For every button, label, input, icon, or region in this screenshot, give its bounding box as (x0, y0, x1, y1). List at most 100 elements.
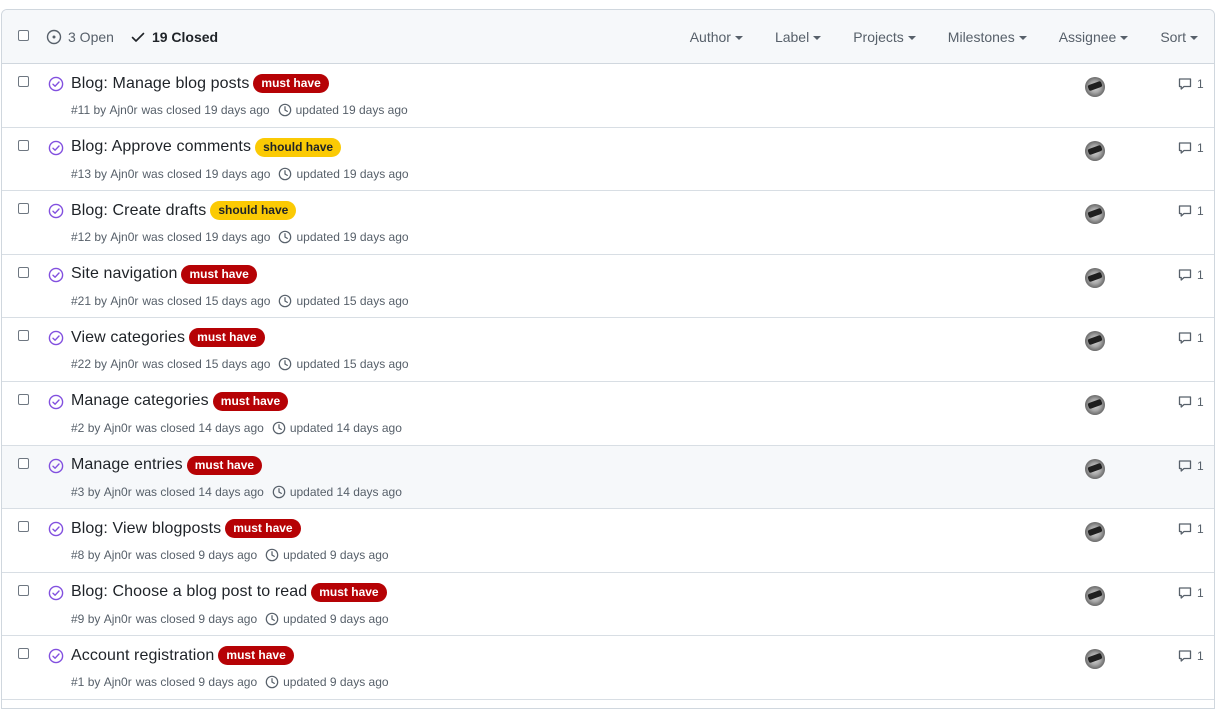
assignee-avatar[interactable] (1085, 649, 1105, 670)
issue-checkbox[interactable] (18, 330, 29, 342)
issue-closed-icon (48, 458, 64, 473)
issue-title-link[interactable]: Blog: View blogposts (71, 520, 221, 538)
milestones-filter-dropdown[interactable]: Milestones (948, 29, 1027, 45)
issue-by: by (91, 166, 111, 181)
comments-link[interactable]: 1 (1177, 203, 1204, 219)
issue-author-link[interactable]: Ajn0r (104, 612, 132, 626)
must-have-label[interactable]: must have (181, 264, 257, 284)
issue-author-link[interactable]: Ajn0r (104, 485, 132, 499)
comments-link[interactable]: 1 (1177, 648, 1204, 664)
issue-author-link[interactable]: Ajn0r (110, 230, 138, 244)
label-filter-label: Label (774, 29, 810, 45)
issue-checkbox[interactable] (18, 266, 29, 278)
issue-closed-text: was closed 19 days ago (142, 230, 271, 245)
issue-closed-text: was closed 14 days ago (135, 484, 264, 499)
issue-closed-icon (48, 76, 64, 92)
assignee-avatar[interactable] (1085, 267, 1105, 288)
issue-number: #22 (71, 357, 92, 372)
issue-author-link[interactable]: Ajn0r (104, 548, 132, 562)
projects-filter-dropdown[interactable]: Projects (853, 29, 916, 45)
issue-checkbox[interactable] (18, 203, 29, 215)
comment-count: 1 (1197, 267, 1204, 282)
should-have-label[interactable]: should have (255, 137, 342, 157)
issue-title-link[interactable]: Blog: Create drafts (71, 202, 206, 220)
issue-row: Manage entries must have #3 by Ajn0r was… (2, 445, 1214, 510)
comment-icon (1178, 523, 1192, 535)
assignee-avatar[interactable] (1085, 458, 1105, 479)
assignee-filter-label: Assignee (1058, 29, 1117, 45)
select-all-checkbox[interactable] (18, 30, 29, 41)
comment-count: 1 (1197, 522, 1204, 537)
must-have-label[interactable]: must have (225, 519, 301, 539)
assignee-avatar[interactable] (1085, 331, 1105, 352)
issue-checkbox[interactable] (18, 648, 29, 660)
issue-author-link[interactable]: Ajn0r (104, 421, 132, 435)
comments-link[interactable]: 1 (1177, 140, 1204, 156)
assignee-avatar[interactable] (1085, 204, 1105, 225)
clock-icon (279, 358, 292, 371)
issue-author-link[interactable]: Ajn0r (110, 167, 138, 181)
assignee-avatar[interactable] (1085, 522, 1105, 543)
issue-author-link[interactable]: Ajn0r (110, 357, 138, 371)
must-have-label[interactable]: must have (311, 582, 387, 602)
issue-title-line: Blog: Create drafts should have (71, 201, 297, 221)
clock-icon (265, 612, 279, 626)
assignee-avatar[interactable] (1085, 394, 1105, 415)
should-have-label[interactable]: should have (210, 201, 297, 221)
assignee-filter-dropdown[interactable]: Assignee (1059, 29, 1129, 45)
issue-checkbox[interactable] (18, 457, 29, 469)
comments-link[interactable]: 1 (1177, 521, 1204, 537)
comments-link[interactable]: 1 (1177, 267, 1204, 283)
issue-checkbox[interactable] (18, 139, 29, 151)
issue-title-link[interactable]: Manage entries (71, 456, 183, 474)
issue-updated-text: updated 9 days ago (283, 675, 389, 690)
must-have-label[interactable]: must have (189, 328, 265, 348)
issue-closed-text: was closed 9 days ago (135, 611, 258, 626)
must-have-label[interactable]: must have (212, 391, 289, 411)
comment-count: 1 (1197, 204, 1204, 219)
issue-author-link[interactable]: Ajn0r (109, 103, 137, 117)
issue-checkbox[interactable] (18, 584, 29, 596)
issue-title-link[interactable]: Blog: Approve comments (71, 138, 251, 156)
issue-by: by (84, 611, 104, 626)
comment-icon (1178, 141, 1192, 154)
issues-list-header: 3 Open 19 Closed Author Label Projects Mile… (2, 10, 1214, 64)
issue-title-link[interactable]: Site navigation (71, 265, 177, 283)
issue-meta: #2 by Ajn0r was closed 14 days ago updat… (71, 421, 402, 435)
must-have-label[interactable]: must have (186, 455, 263, 475)
label-filter-dropdown[interactable]: Label (774, 29, 822, 45)
comments-link[interactable]: 1 (1177, 330, 1204, 346)
issue-meta: #9 by Ajn0r was closed 9 days ago update… (71, 612, 389, 626)
issue-updated-text: updated 15 days ago (296, 357, 409, 372)
issue-number: #1 (71, 675, 85, 690)
issue-title-link[interactable]: Account registration (71, 647, 214, 665)
issue-by: by (90, 103, 110, 117)
open-issues-link[interactable]: 3 Open (46, 29, 114, 45)
comment-icon (1178, 396, 1192, 408)
comment-icon (1178, 587, 1192, 599)
issue-checkbox[interactable] (18, 521, 29, 533)
assignee-avatar[interactable] (1085, 77, 1105, 97)
author-filter-dropdown[interactable]: Author (690, 29, 743, 45)
must-have-label[interactable]: must have (218, 646, 294, 666)
issue-author-link[interactable]: Ajn0r (110, 294, 138, 308)
must-have-label[interactable]: must have (253, 74, 329, 93)
issue-title-link[interactable]: Blog: Manage blog posts (71, 75, 249, 93)
issue-closed-icon (48, 203, 64, 219)
issue-checkbox[interactable] (18, 76, 29, 87)
assignee-avatar[interactable] (1085, 140, 1105, 161)
sort-filter-dropdown[interactable]: Sort (1160, 29, 1198, 45)
issue-checkbox[interactable] (18, 393, 29, 405)
issue-by: by (84, 420, 104, 435)
comments-link[interactable]: 1 (1177, 585, 1204, 601)
comment-count: 1 (1197, 649, 1204, 664)
issue-title-link[interactable]: Manage categories (71, 392, 209, 410)
assignee-avatar[interactable] (1085, 585, 1105, 606)
issue-author-link[interactable]: Ajn0r (104, 675, 132, 689)
closed-issues-link[interactable]: 19 Closed (130, 29, 218, 45)
comments-link[interactable]: 1 (1177, 458, 1204, 474)
issue-title-link[interactable]: View categories (71, 329, 185, 347)
comments-link[interactable]: 1 (1177, 394, 1204, 410)
issue-title-link[interactable]: Blog: Choose a blog post to read (71, 583, 307, 601)
comments-link[interactable]: 1 (1177, 76, 1204, 92)
